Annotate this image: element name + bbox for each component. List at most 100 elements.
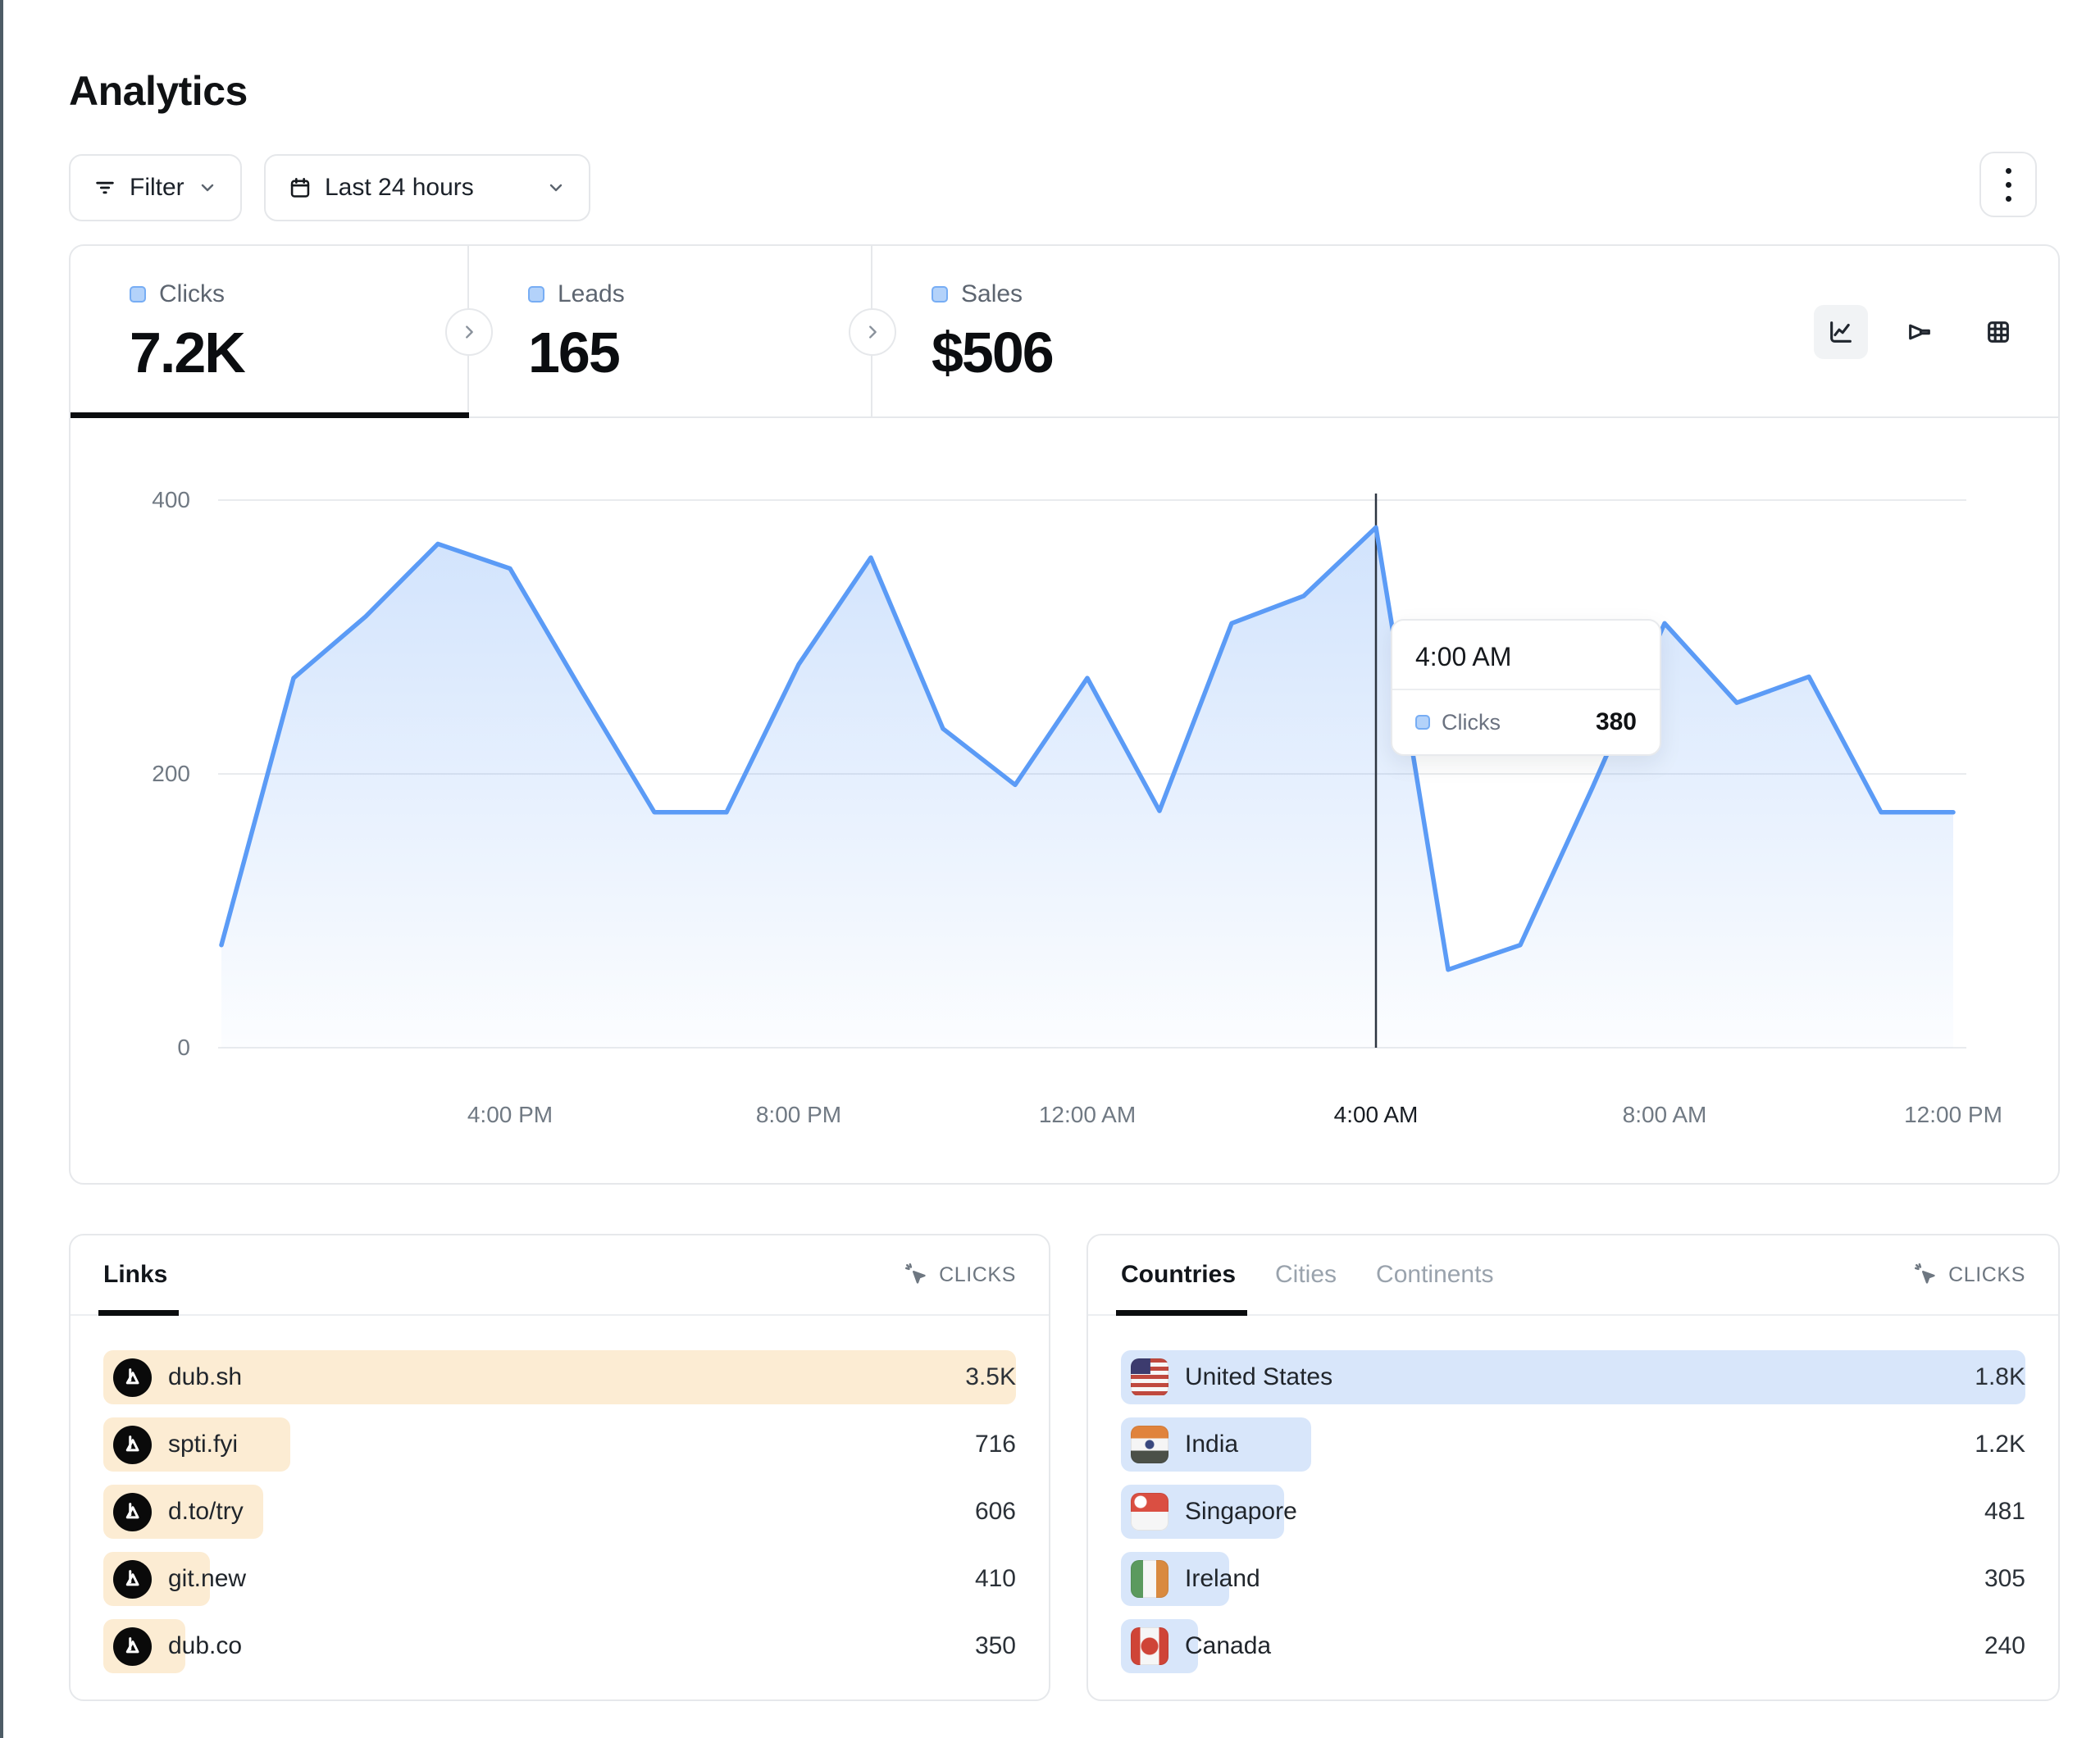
kebab-dot <box>2006 196 2011 202</box>
filter-button[interactable]: Filter <box>69 154 242 221</box>
list-item-canada[interactable]: Canada240 <box>1121 1619 2025 1673</box>
list-item-dub-sh[interactable]: dub.sh 3.5K <box>103 1350 1016 1404</box>
chevron-down-icon <box>198 178 217 198</box>
stat-label-text: Sales <box>961 280 1023 308</box>
tab-links[interactable]: Links <box>103 1261 167 1289</box>
links-panel-header: Links CLICKS <box>71 1235 1049 1316</box>
tab-countries[interactable]: Countries <box>1121 1261 1236 1289</box>
row-value: 410 <box>975 1565 1016 1593</box>
list-item-united-states[interactable]: United States 1.8K <box>1121 1350 2025 1404</box>
row-value: 606 <box>975 1498 1016 1526</box>
row-content: d.to/try <box>103 1485 1016 1539</box>
dub-logo-icon <box>113 1493 152 1531</box>
filter-icon <box>93 176 116 199</box>
stat-value: 165 <box>528 320 871 385</box>
grid-table-view-button[interactable] <box>1971 305 2025 359</box>
line-chart-view-button[interactable] <box>1814 305 1868 359</box>
tab-cities[interactable]: Cities <box>1275 1261 1337 1289</box>
list-item-spti-fyi[interactable]: spti.fyi 716 <box>103 1417 1016 1472</box>
cursor-click-icon <box>904 1263 929 1287</box>
metric-legend-swatch <box>528 286 544 303</box>
active-tab-underline <box>71 412 469 418</box>
row-value: 305 <box>1984 1565 2025 1593</box>
kebab-dot <box>2006 168 2011 174</box>
row-value: 3.5K <box>965 1363 1016 1391</box>
row-content: dub.sh <box>103 1350 1016 1404</box>
row-value: 1.8K <box>1975 1363 2025 1391</box>
countries-rows: United States 1.8K India1.2K Singapore481 Ir… <box>1088 1316 2058 1673</box>
list-item-dub-co[interactable]: dub.co 350 <box>103 1619 1016 1673</box>
stat-label: Clicks <box>130 280 467 308</box>
row-label: Ireland <box>1185 1565 1260 1593</box>
row-content: India <box>1121 1417 2025 1472</box>
calendar-icon <box>289 176 312 199</box>
list-item-singapore[interactable]: Singapore481 <box>1121 1485 2025 1539</box>
stat-label: Sales <box>932 280 2058 308</box>
chart-svg <box>71 418 2058 1183</box>
countries-panel-header: Countries Cities Continents CLICKS <box>1088 1235 2058 1316</box>
stat-tab-leads[interactable]: Leads 165 <box>469 246 872 416</box>
list-item-ireland[interactable]: Ireland 305 <box>1121 1552 2025 1606</box>
metric-legend-swatch <box>130 286 146 303</box>
stats-tabs-row: Clicks7.2KLeads165Sales$506 <box>71 246 2058 418</box>
row-content: dub.co <box>103 1619 1016 1673</box>
more-options-button[interactable] <box>1979 152 2037 217</box>
kebab-dot <box>2006 182 2011 188</box>
y-axis-tick-label: 400 <box>92 487 190 513</box>
dub-logo-icon <box>113 1627 152 1666</box>
row-label: United States <box>1185 1363 1332 1391</box>
tooltip-row: Clicks 380 <box>1392 690 1660 754</box>
chevron-down-icon <box>546 178 566 198</box>
page-title: Analytics <box>69 67 248 115</box>
row-value: 716 <box>975 1431 1016 1458</box>
row-value: 350 <box>975 1632 1016 1660</box>
clicks-legend-swatch <box>1415 715 1430 730</box>
flag-icon-in <box>1131 1426 1168 1463</box>
list-item-d-to-try[interactable]: d.to/try 606 <box>103 1485 1016 1539</box>
tooltip-value: 380 <box>1596 708 1637 736</box>
x-axis-tick-label: 12:00 PM <box>1904 1102 2002 1128</box>
clicks-chart: 4:00 AM Clicks 380 02004004:00 PM8:00 PM… <box>71 418 2058 1183</box>
flag-icon-ca <box>1131 1627 1168 1665</box>
analytics-card: Clicks7.2KLeads165Sales$506 4:00 AM Clic… <box>69 244 2060 1185</box>
dub-logo-icon <box>113 1426 152 1464</box>
countries-metric-header[interactable]: CLICKS <box>1914 1263 2025 1287</box>
row-label: Singapore <box>1185 1498 1297 1526</box>
links-metric-header[interactable]: CLICKS <box>904 1263 1016 1287</box>
next-step-chevron-button[interactable] <box>445 308 493 356</box>
funnel-view-button[interactable] <box>1893 305 1947 359</box>
stat-label-text: Leads <box>558 280 625 308</box>
flag-icon-ie <box>1131 1560 1168 1598</box>
links-metric-label: CLICKS <box>939 1263 1016 1287</box>
x-axis-tick-label: 12:00 AM <box>1039 1102 1136 1128</box>
row-content: Singapore <box>1121 1485 2025 1539</box>
list-item-india[interactable]: India1.2K <box>1121 1417 2025 1472</box>
row-content: git.new <box>103 1552 1016 1606</box>
chart-tooltip: 4:00 AM Clicks 380 <box>1391 619 1661 756</box>
stat-value: 7.2K <box>130 320 467 385</box>
grid-table-icon <box>1984 318 2012 346</box>
x-axis-tick-label: 4:00 AM <box>1334 1102 1419 1128</box>
row-label: git.new <box>168 1565 246 1593</box>
next-step-chevron-button[interactable] <box>849 308 896 356</box>
row-label: d.to/try <box>168 1498 244 1526</box>
links-rows: dub.sh 3.5K spti.fyi 716 d.to/try 606 git.new 4… <box>71 1316 1049 1673</box>
metric-legend-swatch <box>932 286 948 303</box>
row-content: spti.fyi <box>103 1417 1016 1472</box>
stat-label: Leads <box>528 280 871 308</box>
stat-tab-clicks[interactable]: Clicks 7.2K <box>71 246 469 416</box>
tooltip-series-label: Clicks <box>1442 710 1501 735</box>
row-label: dub.co <box>168 1632 242 1660</box>
countries-metric-label: CLICKS <box>1948 1263 2025 1287</box>
stat-label-text: Clicks <box>159 280 225 308</box>
row-content: United States <box>1121 1350 2025 1404</box>
countries-panel: Countries Cities Continents CLICKS United … <box>1086 1234 2060 1701</box>
row-label: spti.fyi <box>168 1431 238 1458</box>
chart-view-toggle <box>1814 305 2025 359</box>
list-item-git-new[interactable]: git.new 410 <box>103 1552 1016 1606</box>
date-range-button[interactable]: Last 24 hours <box>264 154 590 221</box>
row-label: dub.sh <box>168 1363 242 1391</box>
tab-continents[interactable]: Continents <box>1376 1261 1493 1289</box>
y-axis-tick-label: 200 <box>92 761 190 787</box>
flag-icon-sg <box>1131 1493 1168 1531</box>
